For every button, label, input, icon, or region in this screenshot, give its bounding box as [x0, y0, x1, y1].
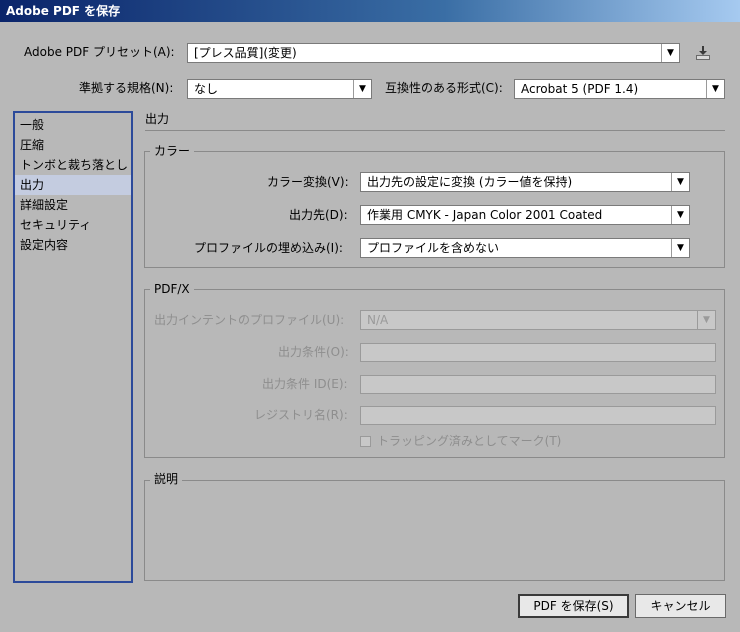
chevron-down-icon: ▼ [661, 44, 679, 62]
description-group-title: 説明 [150, 472, 183, 486]
sidebar-item-security[interactable]: セキュリティ [15, 215, 131, 235]
trapped-label: トラッピング済みとしてマーク(T) [377, 434, 562, 448]
chevron-down-icon: ▼ [353, 80, 371, 98]
standard-value: なし [194, 82, 219, 96]
sidebar-item-summary[interactable]: 設定内容 [15, 235, 131, 255]
output-intent-label: 出力インテントのプロファイル(U): [154, 313, 345, 327]
section-divider [145, 130, 725, 131]
chevron-down-icon: ▼ [671, 239, 689, 257]
output-intent-select[interactable]: N/A ▼ [360, 310, 716, 330]
registry-name-field[interactable] [360, 406, 716, 425]
output-condition-label: 出力条件(O): [278, 345, 349, 359]
color-conversion-label: カラー変換(V): [267, 175, 349, 189]
description-group [144, 480, 725, 581]
compatibility-select[interactable]: Acrobat 5 (PDF 1.4) ▼ [514, 79, 725, 99]
window-title: Adobe PDF を保存 [0, 0, 740, 22]
sidebar-item-output[interactable]: 出力 [15, 175, 131, 195]
destination-label: 出力先(D): [289, 208, 348, 222]
compatibility-value: Acrobat 5 (PDF 1.4) [521, 82, 639, 96]
profile-embed-select[interactable]: プロファイルを含めない ▼ [360, 238, 690, 258]
preset-select[interactable]: [プレス品質](変更) ▼ [187, 43, 680, 63]
category-list[interactable]: 一般 圧縮 トンボと裁ち落とし 出力 詳細設定 セキュリティ 設定内容 [13, 111, 133, 583]
color-conversion-select[interactable]: 出力先の設定に変換 (カラー値を保持) ▼ [360, 172, 690, 192]
output-condition-field[interactable] [360, 343, 716, 362]
compatibility-label: 互換性のある形式(C): [385, 81, 503, 95]
preset-label: Adobe PDF プリセット(A): [24, 45, 175, 59]
chevron-down-icon: ▼ [671, 206, 689, 224]
output-condition-id-field[interactable] [360, 375, 716, 394]
sidebar-item-advanced[interactable]: 詳細設定 [15, 195, 131, 215]
destination-select[interactable]: 作業用 CMYK - Japan Color 2001 Coated ▼ [360, 205, 690, 225]
section-title: 出力 [145, 112, 170, 126]
sidebar-item-marks-bleeds[interactable]: トンボと裁ち落とし [15, 155, 131, 175]
pdfx-group-title: PDF/X [150, 282, 194, 296]
profile-embed-value: プロファイルを含めない [367, 241, 500, 255]
registry-name-label: レジストリ名(R): [254, 408, 348, 422]
color-group-title: カラー [150, 144, 195, 158]
standard-select[interactable]: なし ▼ [187, 79, 372, 99]
sidebar-item-compression[interactable]: 圧縮 [15, 135, 131, 155]
output-condition-id-label: 出力条件 ID(E): [262, 377, 348, 391]
destination-value: 作業用 CMYK - Japan Color 2001 Coated [367, 208, 603, 222]
trapped-checkbox[interactable] [360, 436, 371, 447]
chevron-down-icon: ▼ [697, 311, 715, 329]
save-pdf-button[interactable]: PDF を保存(S) [518, 594, 629, 618]
preset-value: [プレス品質](変更) [194, 46, 297, 60]
cancel-button[interactable]: キャンセル [635, 594, 726, 618]
color-conversion-value: 出力先の設定に変換 (カラー値を保持) [367, 175, 573, 189]
output-intent-value: N/A [367, 313, 389, 327]
standard-label: 準拠する規格(N): [79, 81, 174, 95]
sidebar-item-general[interactable]: 一般 [15, 115, 131, 135]
chevron-down-icon: ▼ [671, 173, 689, 191]
profile-embed-label: プロファイルの埋め込み(I): [194, 241, 343, 255]
chevron-down-icon: ▼ [706, 80, 724, 98]
save-preset-icon[interactable] [694, 44, 712, 62]
